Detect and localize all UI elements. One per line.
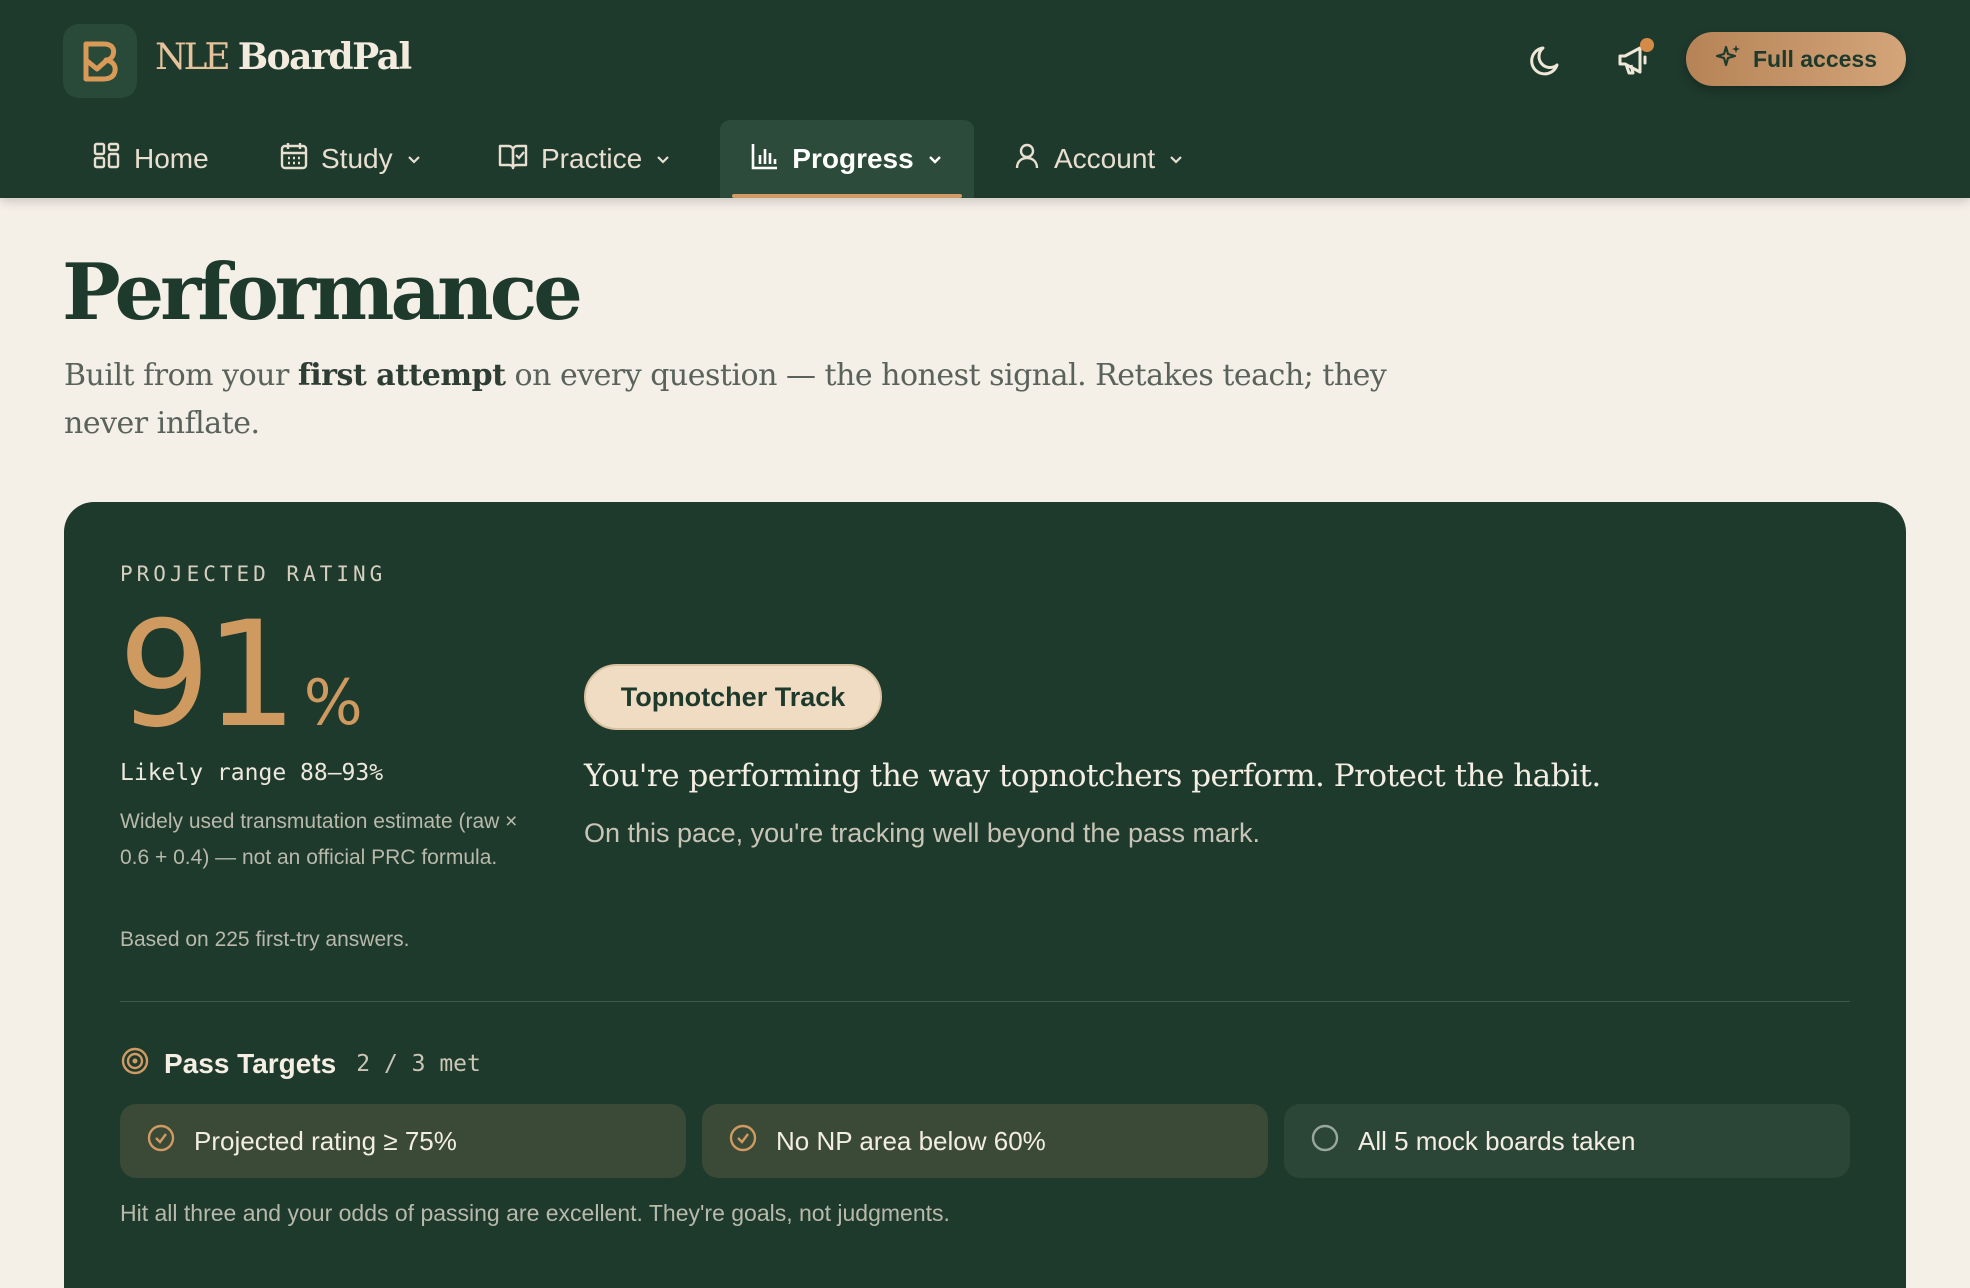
target-item-projected-rating: Projected rating ≥ 75% <box>120 1104 686 1178</box>
subtitle-lead: Built from your <box>64 358 298 393</box>
nav-label-account: Account <box>1054 143 1156 174</box>
full-access-button[interactable]: Full access <box>1686 32 1906 86</box>
nav-label-home: Home <box>134 143 209 174</box>
likely-range: Likely range 88–93% <box>120 760 384 786</box>
page-title: Performance <box>62 247 583 338</box>
pass-targets-count: 2 / 3 met <box>356 1050 481 1077</box>
nav-item-home[interactable]: Home <box>92 120 228 198</box>
moon-icon[interactable] <box>1524 38 1568 82</box>
top-header: NLE BoardPal Full access Home Study Prac… <box>0 0 1970 198</box>
targets-footnote: Hit all three and your odds of passing a… <box>120 1200 950 1226</box>
based-on-count: Based on 225 first-try answers. <box>120 928 410 951</box>
sparkles-icon <box>1715 42 1743 76</box>
brand-title: BoardPal <box>237 36 413 78</box>
projected-rating: 91 % <box>118 602 363 748</box>
pass-targets-title: Pass Targets <box>164 1047 337 1079</box>
nav-item-practice[interactable]: Practice <box>497 120 687 198</box>
megaphone-icon[interactable] <box>1612 38 1656 82</box>
nav-label-study: Study <box>321 143 393 174</box>
notification-dot <box>1640 38 1654 52</box>
active-tab-indicator <box>732 194 962 198</box>
target-icon <box>120 1046 150 1081</box>
chevron-down-icon <box>405 143 423 175</box>
grid-icon <box>92 141 122 178</box>
bookmark-b-logo-icon[interactable] <box>63 24 137 98</box>
target-label: All 5 mock boards taken <box>1358 1125 1636 1156</box>
performance-card: PROJECTED RATING 91 % Likely range 88–93… <box>64 502 1906 1288</box>
target-item-mock-boards: All 5 mock boards taken <box>1284 1104 1850 1178</box>
nav-label-progress: Progress <box>792 143 914 174</box>
subtitle-emphasis: first attempt <box>297 358 506 393</box>
track-badge: Topnotcher Track <box>584 664 882 730</box>
brand-name[interactable]: NLE BoardPal <box>155 36 413 78</box>
nav-item-progress[interactable]: Progress <box>720 120 974 198</box>
track-detail: On this pace, you're tracking well beyon… <box>584 818 1260 848</box>
pass-targets-header: Pass Targets 2 / 3 met <box>120 1046 481 1081</box>
track-headline: You're performing the way topnotchers pe… <box>584 758 1601 794</box>
user-icon <box>1012 141 1042 178</box>
nav-item-account[interactable]: Account <box>1012 120 1212 198</box>
nav-label-practice: Practice <box>541 143 643 174</box>
book-check-icon <box>497 141 529 178</box>
rating-value: 91 <box>118 590 298 760</box>
bar-chart-icon <box>750 141 780 178</box>
page-subtitle: Built from your first attempt on every q… <box>64 352 1454 448</box>
card-divider <box>120 1001 1850 1002</box>
rating-unit: % <box>303 666 363 739</box>
chevron-down-icon <box>926 143 944 175</box>
check-circle-icon <box>728 1123 758 1160</box>
target-item-np-area: No NP area below 60% <box>702 1104 1268 1178</box>
calendar-icon <box>279 141 309 178</box>
empty-circle-icon <box>1310 1123 1340 1160</box>
nav-item-study[interactable]: Study <box>279 120 439 198</box>
brand-prefix: NLE <box>155 37 231 78</box>
projected-rating-label: PROJECTED RATING <box>120 562 387 586</box>
chevron-down-icon <box>1167 143 1185 175</box>
chevron-down-icon <box>654 143 672 175</box>
target-label: No NP area below 60% <box>776 1125 1046 1156</box>
transmutation-note: Widely used transmutation estimate (raw … <box>120 810 518 869</box>
full-access-label: Full access <box>1752 45 1878 72</box>
target-label: Projected rating ≥ 75% <box>194 1125 457 1156</box>
check-circle-icon <box>146 1123 176 1160</box>
